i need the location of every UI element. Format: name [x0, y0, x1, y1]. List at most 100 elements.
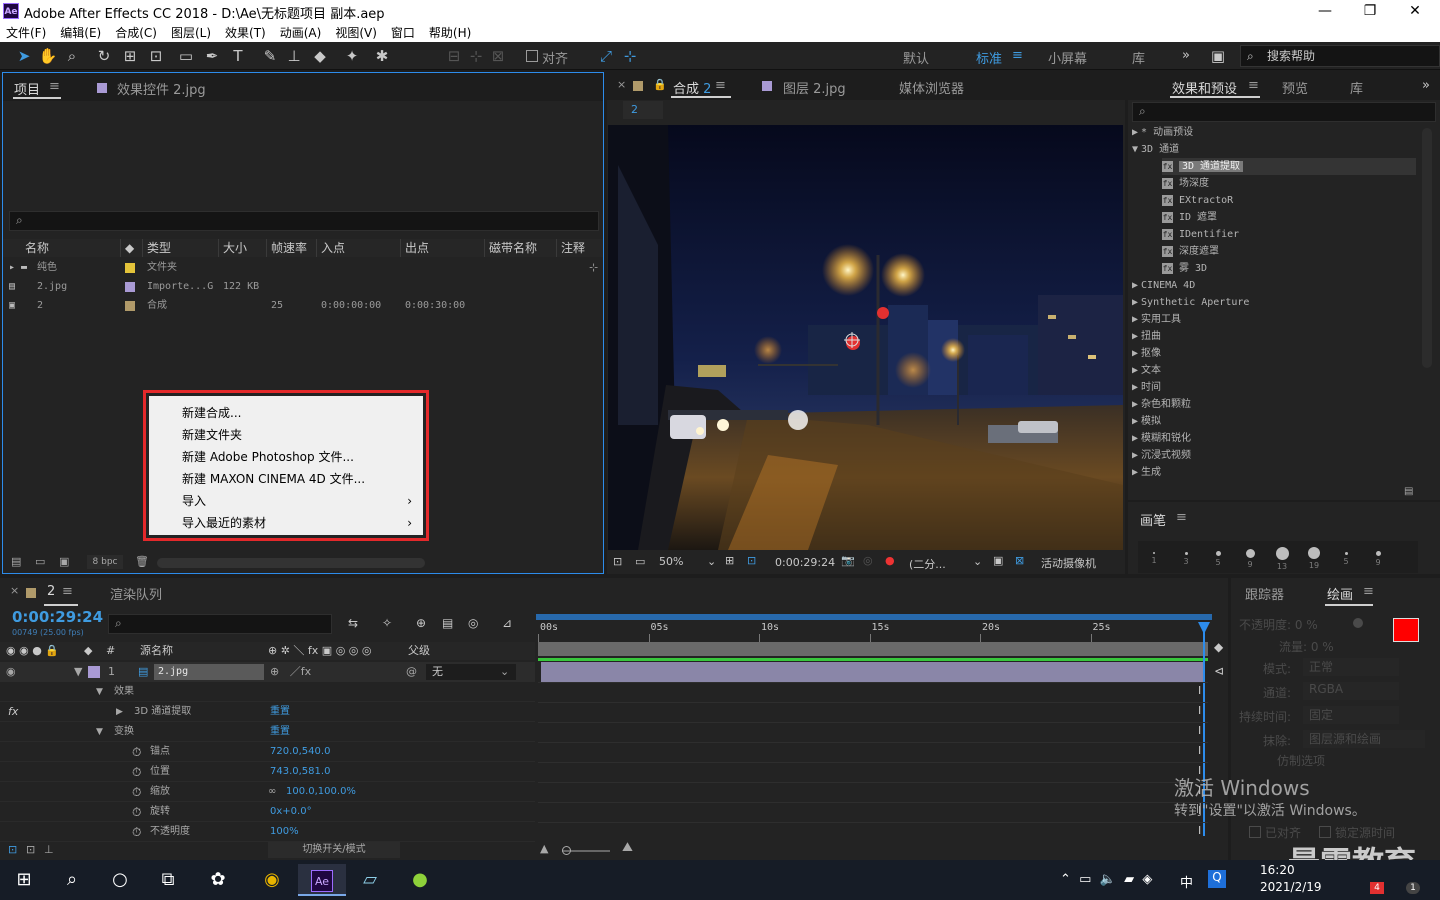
start-windows-icon[interactable]: ⊞ — [0, 864, 48, 896]
shy-layers-icon[interactable]: ⊕ — [416, 616, 426, 630]
bpc-button[interactable]: 8 bpc — [87, 555, 123, 569]
effect-category[interactable]: ▶ * 动画预设 — [1132, 124, 1416, 141]
twirl-closed-icon[interactable]: ▶ — [1132, 280, 1138, 291]
twirl-closed-icon[interactable]: ▶ — [1132, 365, 1138, 376]
show-snapshot-icon[interactable]: ◎ — [863, 554, 873, 567]
col-type[interactable]: 类型 — [143, 239, 219, 257]
axis-view-icon[interactable]: ⊠ — [488, 46, 508, 66]
zoom-out-icon[interactable]: ▲ — [540, 842, 548, 855]
close-tab-icon[interactable]: × — [10, 584, 19, 597]
col-name[interactable]: 名称 — [3, 239, 121, 257]
col-parent[interactable]: 父级 — [408, 642, 430, 660]
twirl-closed-icon[interactable]: ▶ — [1132, 433, 1138, 444]
current-time[interactable]: 0:00:29:24 — [775, 556, 835, 569]
effect-item[interactable]: fx 3D 通道提取 — [1162, 158, 1416, 175]
twirl-closed-icon[interactable]: ▶ — [116, 702, 123, 722]
workspace-small-screen[interactable]: 小屏幕 — [1048, 48, 1087, 67]
new-folder-icon[interactable]: ▭ — [35, 555, 45, 568]
layer-switches-toggle-icon[interactable]: ⊡ — [8, 843, 17, 856]
work-area-bar[interactable] — [536, 614, 1212, 620]
effect-category[interactable]: ▶ Synthetic Aperture — [1132, 294, 1416, 311]
twirl-closed-icon[interactable]: ▶ — [1132, 399, 1138, 410]
project-row[interactable]: ▣ 2 合成 25 0:00:00:00 0:00:30:00 — [3, 297, 593, 315]
effect-category[interactable]: ▼ 3D 通道 — [1132, 141, 1416, 158]
tab-render-queue[interactable]: 渲染队列 — [110, 584, 162, 603]
tab-composition[interactable]: 合成 2 — [673, 78, 711, 97]
selection-tool-icon[interactable]: ➤ — [14, 46, 34, 66]
keyframe-nav-icon[interactable]: I — [1198, 744, 1201, 757]
comp-mini-flowchart-icon[interactable]: ⇆ — [348, 616, 358, 630]
twirl-closed-icon[interactable]: ▶ — [1132, 467, 1138, 478]
property-value[interactable]: 743.0,581.0 — [270, 762, 330, 782]
menu-edit[interactable]: 编辑(E) — [60, 24, 101, 41]
puppet-tool-icon[interactable]: ✱ — [372, 46, 392, 66]
panel-more-icon[interactable]: » — [1422, 78, 1430, 93]
twirl-closed-icon[interactable]: ▶ — [1132, 348, 1138, 359]
effect-category[interactable]: ▶ 杂色和颗粒 — [1132, 396, 1416, 413]
qq-icon[interactable]: Q — [1208, 870, 1226, 888]
zoom-tool-icon[interactable]: ⌕ — [62, 46, 82, 66]
tab-layer[interactable]: 图层 2.jpg — [783, 78, 846, 97]
roto-brush-tool-icon[interactable]: ✦ — [342, 46, 362, 66]
stopwatch-icon[interactable]: ⏱ — [132, 822, 141, 842]
twirl-closed-icon[interactable]: ▶ — [1132, 416, 1138, 427]
camera-tool-icon[interactable]: ⊞ — [120, 46, 140, 66]
effect-category[interactable]: ▶ 沉浸式视频 — [1132, 447, 1416, 464]
layer-name[interactable]: 2.jpg — [154, 664, 264, 680]
zoom-select[interactable]: 50% — [659, 555, 683, 568]
project-row[interactable]: ▤ 2.jpg Importe...G 122 KB — [3, 278, 593, 296]
col-source-name[interactable]: 源名称 — [140, 642, 173, 660]
layer-row[interactable]: ◉ ▼ 1 ▤ 2.jpg ⊕ ／fx @ 无 ⌄ — [0, 662, 535, 682]
effect-category[interactable]: ▶ 抠像 — [1132, 345, 1416, 362]
layer-switches-icons[interactable]: ⊕ ／fx — [270, 662, 311, 682]
effect-category[interactable]: ▶ 生成 — [1132, 464, 1416, 481]
workspace-libraries[interactable]: 库 — [1132, 48, 1145, 67]
context-menu-item[interactable]: 导入 › — [182, 490, 418, 512]
workspace-standard[interactable]: 标准 — [976, 48, 1002, 67]
effect-item[interactable]: fx IDentifier — [1162, 226, 1416, 243]
eye-icon[interactable]: ◉ — [6, 662, 16, 682]
erase-select[interactable]: 图层源和绘画 — [1303, 730, 1425, 748]
project-item-name[interactable]: 2.jpg — [37, 278, 67, 296]
composition-viewer-image[interactable] — [608, 125, 1123, 550]
comp-menu-icon[interactable]: ≡ — [715, 78, 726, 93]
project-item-name[interactable]: 纯色 — [37, 259, 57, 277]
keyframe-nav-icon[interactable]: I — [1198, 824, 1201, 837]
brush-menu-icon[interactable]: ≡ — [1176, 510, 1187, 525]
brush-tool-icon[interactable]: ✎ — [260, 46, 280, 66]
brush-tip[interactable]: 3 — [1172, 545, 1200, 569]
brush-tip[interactable]: 5 — [1204, 545, 1232, 569]
effects-search-input[interactable]: ⌕ — [1132, 102, 1436, 122]
brush-tip[interactable]: 9 — [1236, 545, 1264, 569]
workspace-default[interactable]: 默认 — [903, 48, 929, 67]
col-fps[interactable]: 帧速率 — [267, 239, 317, 257]
region-of-interest-icon[interactable]: ▣ — [993, 554, 1003, 567]
snap-checkbox[interactable] — [526, 50, 538, 62]
mask-visibility-icon[interactable]: ⊡ — [747, 554, 756, 567]
project-row[interactable]: ▸ ▬ 纯色 文件夹 — [3, 259, 593, 277]
pen-tool-icon[interactable]: ✒ — [202, 46, 222, 66]
pickwhip-icon[interactable]: @ — [406, 662, 417, 682]
col-in[interactable]: 入点 — [317, 239, 401, 257]
tab-media-browser[interactable]: 媒体浏览器 — [899, 78, 964, 97]
axis-world-icon[interactable]: ⊹ — [466, 46, 486, 66]
pan-behind-tool-icon[interactable]: ⊡ — [146, 46, 166, 66]
twirl-closed-icon[interactable]: ▶ — [1132, 297, 1138, 308]
property-row[interactable]: ▼ 效果 — [0, 682, 535, 702]
eraser-tool-icon[interactable]: ◆ — [310, 46, 330, 66]
axis-local-icon[interactable]: ⊟ — [444, 46, 464, 66]
type-tool-icon[interactable]: T — [228, 46, 248, 66]
in-out-toggle-icon[interactable]: ⊥ — [44, 843, 54, 856]
brush-tip[interactable]: 13 — [1268, 545, 1296, 571]
layer-label-color[interactable] — [88, 666, 100, 678]
twirl-closed-icon[interactable]: ▶ — [1132, 450, 1138, 461]
work-area-range[interactable] — [538, 642, 1208, 656]
effects-scrollbar[interactable] — [1422, 128, 1432, 368]
interpret-footage-icon[interactable]: ▤ — [11, 555, 21, 568]
duration-select[interactable]: 固定 — [1303, 706, 1399, 724]
constrain-proportions-icon[interactable]: ∞ — [268, 782, 276, 802]
project-scrollbar[interactable] — [157, 558, 425, 568]
tab-paint[interactable]: 绘画 — [1327, 584, 1353, 603]
stopwatch-icon[interactable]: ⏱ — [132, 742, 141, 762]
toggle-switches-modes[interactable]: 切换开关/模式 — [268, 842, 400, 858]
